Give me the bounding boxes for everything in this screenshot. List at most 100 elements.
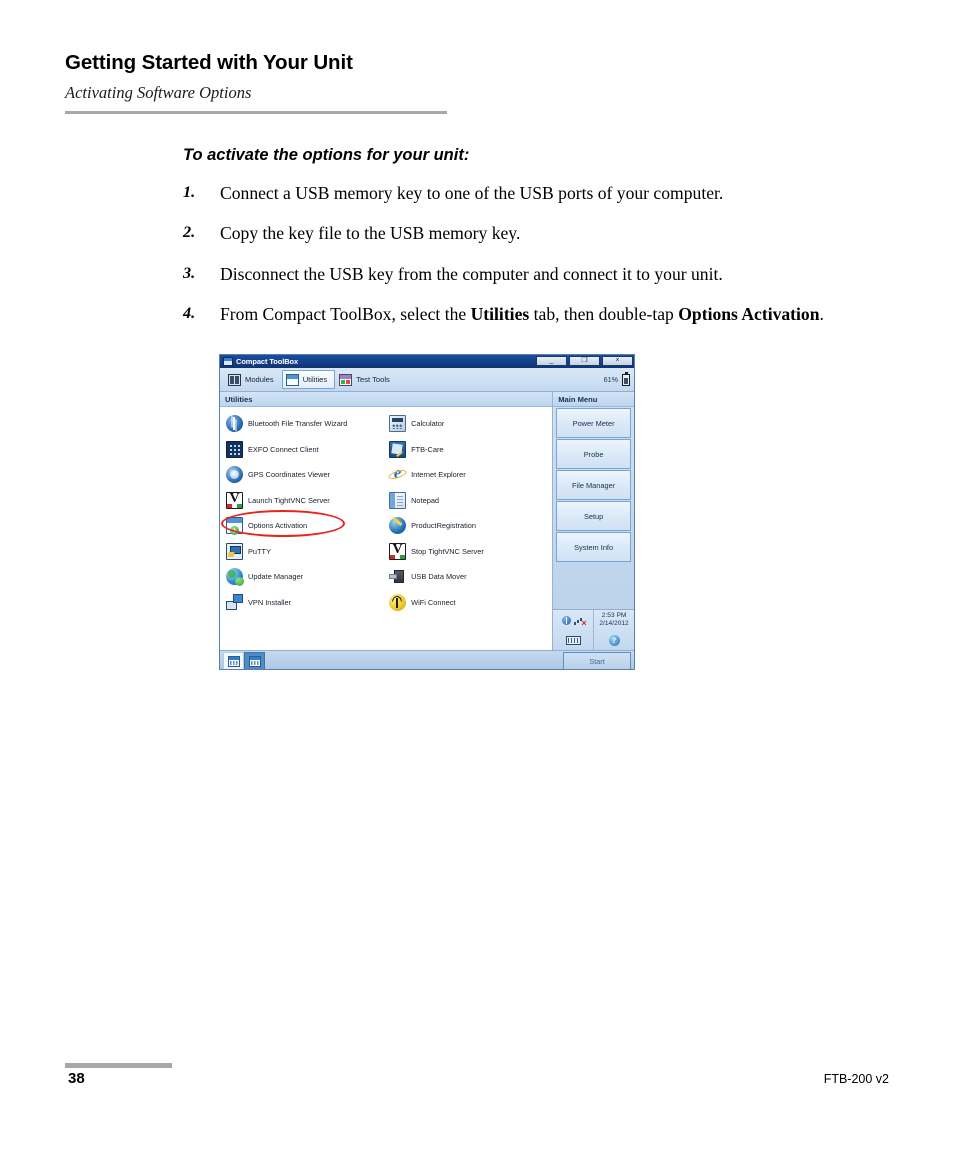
utility-item-gps-coordinates-viewer[interactable]: GPS Coordinates Viewer bbox=[226, 462, 389, 488]
main-menu-button-system-info[interactable]: System Info bbox=[556, 532, 631, 562]
utility-label: USB Data Mover bbox=[411, 572, 467, 582]
utility-item-calculator[interactable]: Calculator bbox=[389, 411, 552, 437]
tightvnc-icon bbox=[389, 542, 407, 560]
test-tools-icon bbox=[339, 373, 353, 386]
step-bold-options-activation: Options Activation bbox=[678, 304, 820, 325]
tab-test-tools[interactable]: Test Tools bbox=[335, 370, 398, 389]
utility-item-productregistration[interactable]: ProductRegistration bbox=[389, 513, 552, 539]
main-menu-pane: Main Menu Power Meter Probe File Manager… bbox=[553, 392, 634, 650]
taskbar-button-1[interactable] bbox=[223, 652, 244, 669]
taskbar-button-2[interactable] bbox=[244, 652, 265, 669]
tab-label: Utilities bbox=[302, 375, 328, 384]
exfo-connect-icon bbox=[226, 440, 243, 458]
utility-label: Launch TightVNC Server bbox=[248, 495, 330, 505]
tab-utilities[interactable]: Utilities bbox=[281, 370, 336, 389]
help-button[interactable]: ? bbox=[594, 630, 634, 650]
usb-data-mover-icon bbox=[389, 568, 406, 585]
main-menu-button-probe[interactable]: Probe bbox=[556, 439, 631, 469]
step-2: 2. Copy the key file to the USB memory k… bbox=[183, 222, 833, 245]
options-activation-icon bbox=[226, 517, 243, 536]
utility-item-vpn-installer[interactable]: VPN Installer bbox=[226, 590, 389, 616]
main-menu-button-setup[interactable]: Setup bbox=[556, 501, 631, 531]
utility-label: VPN Installer bbox=[248, 597, 292, 607]
utility-label: Stop TightVNC Server bbox=[411, 546, 484, 556]
chapter-title: Getting Started with Your Unit bbox=[65, 51, 353, 74]
wifi-connect-icon bbox=[389, 593, 407, 611]
ftb-care-icon bbox=[389, 440, 407, 458]
utility-item-ftb-care[interactable]: FTB-Care bbox=[389, 437, 552, 463]
tray-date: 2/14/2012 bbox=[599, 620, 629, 627]
utility-label: Options Activation bbox=[248, 521, 308, 531]
main-menu-button-file-manager[interactable]: File Manager bbox=[556, 470, 631, 500]
tightvnc-icon bbox=[226, 491, 243, 509]
header-divider bbox=[65, 110, 447, 114]
window-title: Compact ToolBox bbox=[236, 357, 299, 366]
gps-icon bbox=[226, 466, 243, 484]
help-icon: ? bbox=[608, 634, 620, 646]
start-button[interactable]: Start bbox=[563, 652, 631, 669]
tray-row-bottom: ? bbox=[553, 630, 634, 650]
step-4: 4. From Compact ToolBox, select the Util… bbox=[183, 303, 833, 326]
footer-product-name: FTB-200 v2 bbox=[823, 1072, 889, 1086]
utility-label: Notepad bbox=[411, 495, 440, 505]
utility-label: PuTTY bbox=[248, 546, 271, 556]
utility-item-notepad[interactable]: Notepad bbox=[389, 488, 552, 514]
utility-item-stop-tightvnc-server[interactable]: Stop TightVNC Server bbox=[389, 539, 552, 565]
utility-item-wifi-connect[interactable]: WiFi Connect bbox=[389, 590, 552, 616]
utility-label: FTB-Care bbox=[411, 444, 444, 454]
utilities-pane: Utilities Bluetooth File Transfer Wizard… bbox=[220, 392, 554, 650]
app-icon bbox=[223, 357, 233, 366]
putty-icon bbox=[226, 542, 243, 560]
bluetooth-icon bbox=[226, 415, 243, 433]
window-grid-icon bbox=[227, 656, 240, 667]
restore-button[interactable]: ❐ bbox=[569, 356, 600, 366]
keyboard-button[interactable] bbox=[553, 630, 595, 650]
utility-label: GPS Coordinates Viewer bbox=[248, 470, 331, 480]
main-menu-buttons: Power Meter Probe File Manager Setup Sys… bbox=[553, 407, 634, 609]
battery-icon bbox=[622, 372, 630, 386]
utility-item-options-activation[interactable]: Options Activation bbox=[226, 513, 389, 539]
utility-label: Update Manager bbox=[248, 572, 304, 582]
step-text: Copy the key file to the USB memory key. bbox=[220, 223, 521, 244]
step-number: 1. bbox=[183, 183, 196, 201]
utility-label: Calculator bbox=[411, 419, 445, 429]
procedure-steps: 1. Connect a USB memory key to one of th… bbox=[183, 182, 833, 327]
utility-item-putty[interactable]: PuTTY bbox=[226, 539, 389, 565]
procedure-heading: To activate the options for your unit: bbox=[183, 146, 470, 164]
tab-label: Test Tools bbox=[356, 375, 390, 384]
utility-label: WiFi Connect bbox=[411, 597, 456, 607]
window-controls: _ ❐ × bbox=[536, 356, 633, 366]
step-1: 1. Connect a USB memory key to one of th… bbox=[183, 182, 833, 205]
tab-modules[interactable]: Modules bbox=[224, 370, 282, 389]
tab-bar: Modules Utilities Test Tools 61% bbox=[220, 368, 634, 392]
window-icon bbox=[285, 373, 299, 386]
utility-item-launch-tightvnc-server[interactable]: Launch TightVNC Server bbox=[226, 488, 389, 514]
battery-indicator: 61% bbox=[604, 372, 630, 386]
tray-status-icons[interactable] bbox=[553, 610, 595, 630]
step-text-after: . bbox=[819, 304, 824, 325]
modules-icon bbox=[228, 373, 241, 386]
tray-clock[interactable]: 2:53 PM 2/14/2012 bbox=[594, 610, 634, 630]
main-menu-button-power-meter[interactable]: Power Meter bbox=[556, 408, 631, 438]
update-manager-icon bbox=[226, 568, 244, 587]
close-button[interactable]: × bbox=[602, 356, 633, 366]
utility-label: ProductRegistration bbox=[411, 521, 476, 531]
internet-explorer-icon bbox=[389, 463, 406, 483]
window-titlebar: Compact ToolBox _ ❐ × bbox=[220, 355, 634, 368]
page-number: 38 bbox=[68, 1070, 85, 1087]
utility-item-bluetooth-file-transfer-wizard[interactable]: Bluetooth File Transfer Wizard bbox=[226, 411, 389, 437]
utility-item-update-manager[interactable]: Update Manager bbox=[226, 564, 389, 590]
product-registration-icon bbox=[389, 517, 407, 535]
utility-label: Bluetooth File Transfer Wizard bbox=[248, 419, 348, 429]
step-text-before: From Compact ToolBox, select the bbox=[220, 304, 471, 325]
step-number: 3. bbox=[183, 263, 196, 282]
signal-disconnected-icon bbox=[573, 616, 587, 628]
minimize-button[interactable]: _ bbox=[536, 356, 567, 366]
window-body: Utilities Bluetooth File Transfer Wizard… bbox=[220, 392, 634, 650]
utility-item-usb-data-mover[interactable]: USB Data Mover bbox=[389, 564, 552, 590]
step-text: Connect a USB memory key to one of the U… bbox=[220, 183, 724, 203]
utility-item-exfo-connect-client[interactable]: EXFO Connect Client bbox=[226, 437, 389, 463]
compact-toolbox-screenshot: Compact ToolBox _ ❐ × Modules Utilities … bbox=[219, 354, 635, 670]
utility-item-internet-explorer[interactable]: Internet Explorer bbox=[389, 462, 552, 488]
utility-label: EXFO Connect Client bbox=[248, 444, 319, 454]
